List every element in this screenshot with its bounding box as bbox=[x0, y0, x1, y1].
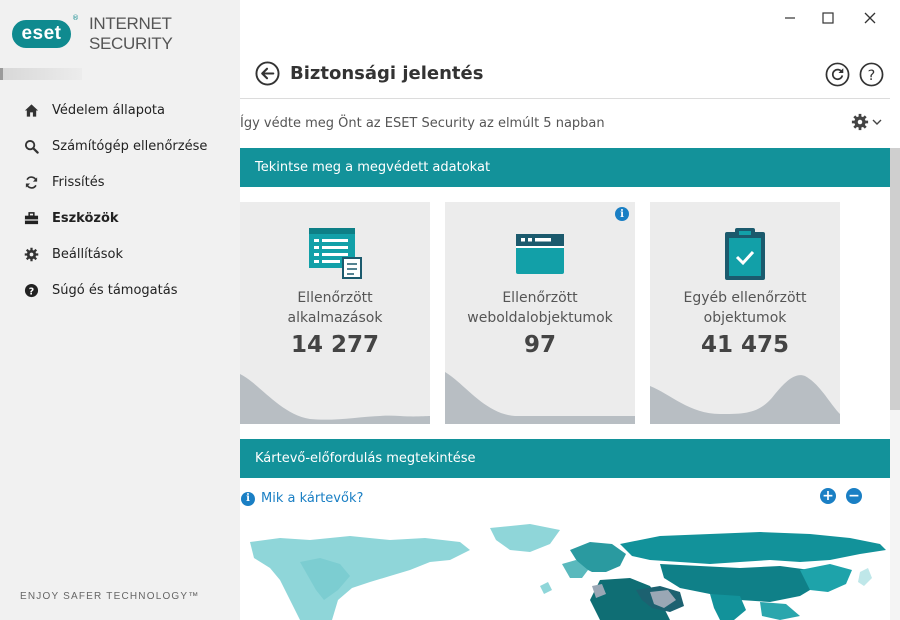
gear-icon bbox=[851, 113, 869, 131]
browser-window-icon bbox=[445, 226, 635, 282]
svg-text:?: ? bbox=[868, 68, 876, 84]
gear-icon bbox=[23, 246, 39, 262]
clipboard-check-icon bbox=[650, 226, 840, 282]
card-label: Ellenőrzött weboldalobjektumok bbox=[467, 290, 613, 326]
help-button[interactable]: ? bbox=[859, 62, 884, 87]
sidebar-item-label: Súgó és támogatás bbox=[52, 282, 178, 298]
what-is-malware-link[interactable]: i Mik a kártevők? bbox=[241, 491, 363, 506]
card-value: 41 475 bbox=[700, 332, 790, 358]
logo-registered-mark: ® bbox=[71, 14, 79, 22]
sidebar-item-protection-status[interactable]: Védelem állapota bbox=[0, 92, 240, 128]
protected-data-header: Tekintse meg a megvédett adatokat bbox=[240, 148, 890, 187]
info-icon[interactable]: i bbox=[615, 207, 629, 221]
scrollbar-thumb[interactable] bbox=[890, 148, 900, 410]
svg-text:?: ? bbox=[28, 286, 33, 297]
sidebar-item-settings[interactable]: Beállítások bbox=[0, 236, 240, 272]
slogan: ENJOY SAFER TECHNOLOGY™ bbox=[20, 591, 200, 602]
report-subtitle: Így védte meg Önt az ESET Security az el… bbox=[240, 116, 605, 131]
refresh-circle-icon bbox=[825, 62, 850, 87]
back-button[interactable] bbox=[255, 61, 280, 86]
eset-logo: eset ® INTERNET SECURITY bbox=[12, 14, 240, 54]
sidebar-item-computer-scan[interactable]: Számítógép ellenőrzése bbox=[0, 128, 240, 164]
header-divider bbox=[240, 98, 890, 99]
malware-occurrence-header: Kártevő-előfordulás megtekintése bbox=[240, 439, 890, 478]
minimize-button[interactable] bbox=[776, 8, 804, 28]
arrow-left-circle-icon bbox=[255, 61, 280, 86]
product-name: INTERNET SECURITY bbox=[88, 14, 173, 53]
zoom-out-button[interactable]: − bbox=[846, 488, 862, 504]
sidebar-item-label: Beállítások bbox=[52, 246, 124, 262]
refresh-button[interactable] bbox=[825, 62, 850, 87]
card-value: 97 bbox=[523, 332, 556, 358]
refresh-icon bbox=[23, 174, 39, 190]
card-value: 14 277 bbox=[290, 332, 380, 358]
logo-badge: eset bbox=[12, 20, 71, 48]
toolbox-icon bbox=[23, 210, 39, 226]
sidebar-item-update[interactable]: Frissítés bbox=[0, 164, 240, 200]
question-circle-icon: ? bbox=[859, 62, 884, 87]
card-scanned-applications[interactable]: Ellenőrzött alkalmazások 14 277 bbox=[240, 202, 430, 424]
card-label: Ellenőrzött alkalmazások bbox=[287, 290, 383, 326]
malware-world-map[interactable] bbox=[240, 520, 890, 620]
sidebar-item-label: Eszközök bbox=[52, 210, 119, 226]
what-is-malware-label: Mik a kártevők? bbox=[261, 491, 364, 506]
sidebar-item-tools[interactable]: Eszközök bbox=[0, 200, 240, 236]
chevron-down-icon bbox=[872, 119, 882, 125]
sidebar: eset ® INTERNET SECURITY Védelem állapot… bbox=[0, 0, 240, 620]
card-scanned-web-objects[interactable]: Ellenőrzött weboldalobjektumok 97 bbox=[445, 202, 635, 424]
help-icon: ? bbox=[23, 282, 39, 298]
sidebar-item-label: Számítógép ellenőrzése bbox=[52, 138, 208, 154]
zoom-in-button[interactable]: + bbox=[820, 488, 836, 504]
close-button[interactable] bbox=[856, 8, 884, 28]
sidebar-nav: Védelem állapota Számítógép ellenőrzése … bbox=[0, 92, 240, 308]
activity-graph bbox=[650, 375, 840, 424]
sidebar-item-label: Védelem állapota bbox=[52, 102, 165, 118]
page-title: Biztonsági jelentés bbox=[290, 63, 484, 84]
home-icon bbox=[23, 102, 39, 118]
sidebar-item-label: Frissítés bbox=[52, 174, 105, 190]
maximize-button[interactable] bbox=[814, 8, 842, 28]
card-label: Egyéb ellenőrzött objektumok bbox=[683, 290, 807, 326]
activity-graph bbox=[445, 372, 635, 424]
card-other-scanned-objects[interactable]: Egyéb ellenőrzött objektumok 41 475 bbox=[650, 202, 840, 424]
settings-dropdown[interactable] bbox=[851, 112, 885, 132]
sidebar-item-help-support[interactable]: ? Súgó és támogatás bbox=[0, 272, 240, 308]
sidebar-strip bbox=[0, 68, 82, 80]
search-icon bbox=[23, 138, 39, 154]
application-list-icon bbox=[240, 226, 430, 282]
activity-graph bbox=[240, 374, 430, 424]
info-icon: i bbox=[241, 491, 255, 506]
